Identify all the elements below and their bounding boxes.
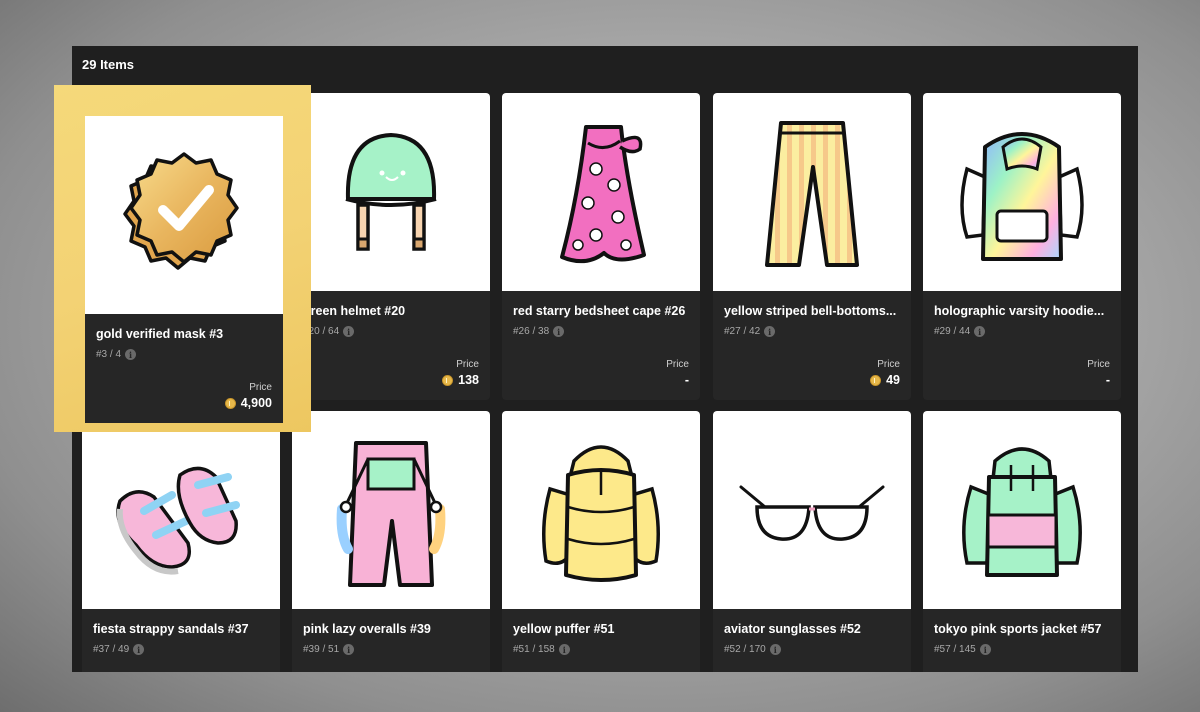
- item-name[interactable]: green helmet #20: [303, 304, 483, 318]
- price-label: Price: [249, 382, 272, 393]
- item-serial: #57 / 145 i: [934, 644, 991, 655]
- item-serial: #3 / 4 i: [96, 349, 137, 360]
- item-serial: #26 / 38 i: [513, 326, 565, 337]
- item-serial-text: #26 / 38: [513, 326, 550, 337]
- item-image-green-helmet: [292, 93, 490, 291]
- price-label: Price: [666, 359, 689, 370]
- item-price: 49: [870, 373, 900, 387]
- item-card-featured[interactable]: gold verified mask #3 #3 / 4 i Price 4,9…: [85, 116, 283, 423]
- item-serial-text: #29 / 44: [934, 326, 971, 337]
- item-image-puffer-jacket: [502, 411, 700, 609]
- item-price: -: [1106, 373, 1110, 387]
- item-image-bedsheet-cape: [502, 93, 700, 291]
- info-icon[interactable]: i: [125, 349, 137, 360]
- item-serial-text: #51 / 158: [513, 644, 555, 655]
- item-name[interactable]: gold verified mask #3: [96, 327, 276, 341]
- info-icon[interactable]: i: [553, 326, 565, 337]
- item-serial: #27 / 42 i: [724, 326, 776, 337]
- item-card[interactable]: fiesta strappy sandals #37 #37 / 49 i: [82, 411, 280, 672]
- item-serial-text: #3 / 4: [96, 349, 122, 360]
- item-name[interactable]: red starry bedsheet cape #26: [513, 304, 693, 318]
- item-name[interactable]: aviator sunglasses #52: [724, 622, 904, 636]
- price-label: Price: [456, 359, 479, 370]
- item-card[interactable]: yellow puffer #51 #51 / 158 i: [502, 411, 700, 672]
- item-image-sports-jacket: [923, 411, 1121, 609]
- item-image-holographic-hoodie: [923, 93, 1121, 291]
- item-serial-text: #37 / 49: [93, 644, 130, 655]
- item-image-overalls: [292, 411, 490, 609]
- item-image-sandals: [82, 411, 280, 609]
- item-serial-text: #39 / 51: [303, 644, 340, 655]
- item-serial: #39 / 51 i: [303, 644, 355, 655]
- item-name[interactable]: holographic varsity hoodie...: [934, 304, 1114, 318]
- info-icon[interactable]: i: [343, 644, 355, 655]
- item-serial-text: #52 / 170: [724, 644, 766, 655]
- item-name[interactable]: fiesta strappy sandals #37: [93, 622, 273, 636]
- price-label: Price: [877, 359, 900, 370]
- coin-icon: [442, 374, 454, 386]
- item-serial: #52 / 170 i: [724, 644, 781, 655]
- item-serial: #29 / 44 i: [934, 326, 986, 337]
- item-image-sunglasses: [713, 411, 911, 609]
- info-icon[interactable]: i: [979, 644, 991, 655]
- item-price: -: [685, 373, 689, 387]
- item-image-striped-pants: [713, 93, 911, 291]
- info-icon[interactable]: i: [974, 326, 986, 337]
- item-serial-text: #57 / 145: [934, 644, 976, 655]
- item-card[interactable]: green helmet #20 #20 / 64 i Price 138: [292, 93, 490, 400]
- item-price: 4,900: [224, 396, 272, 410]
- item-name[interactable]: yellow striped bell-bottoms...: [724, 304, 904, 318]
- item-serial: #51 / 158 i: [513, 644, 570, 655]
- info-icon[interactable]: i: [558, 644, 570, 655]
- item-serial-text: #27 / 42: [724, 326, 761, 337]
- item-price-value: 49: [886, 373, 900, 387]
- item-card[interactable]: aviator sunglasses #52 #52 / 170 i: [713, 411, 911, 672]
- item-card[interactable]: tokyo pink sports jacket #57 #57 / 145 i: [923, 411, 1121, 672]
- item-count: 29 Items: [82, 57, 135, 72]
- info-icon[interactable]: i: [343, 326, 355, 337]
- item-price: 138: [442, 373, 479, 387]
- item-price-value: 4,900: [240, 396, 272, 410]
- item-card[interactable]: yellow striped bell-bottoms... #27 / 42 …: [713, 93, 911, 400]
- item-serial: #37 / 49 i: [93, 644, 145, 655]
- coin-icon: [224, 397, 236, 409]
- price-label: Price: [1087, 359, 1110, 370]
- info-icon[interactable]: i: [764, 326, 776, 337]
- item-price-value: -: [1105, 373, 1110, 387]
- item-card[interactable]: red starry bedsheet cape #26 #26 / 38 i …: [502, 93, 700, 400]
- featured-item-highlight: gold verified mask #3 #3 / 4 i Price 4,9…: [54, 85, 311, 432]
- item-name[interactable]: pink lazy overalls #39: [303, 622, 483, 636]
- item-price-value: -: [684, 373, 689, 387]
- info-icon[interactable]: i: [133, 644, 145, 655]
- item-name[interactable]: tokyo pink sports jacket #57: [934, 622, 1114, 636]
- info-icon[interactable]: i: [769, 644, 781, 655]
- item-card[interactable]: holographic varsity hoodie... #29 / 44 i…: [923, 93, 1121, 400]
- item-card[interactable]: pink lazy overalls #39 #39 / 51 i: [292, 411, 490, 672]
- coin-icon: [870, 374, 882, 386]
- item-price-value: 138: [458, 373, 479, 387]
- item-name[interactable]: yellow puffer #51: [513, 622, 693, 636]
- item-image-gold-verified-badge: [85, 116, 283, 314]
